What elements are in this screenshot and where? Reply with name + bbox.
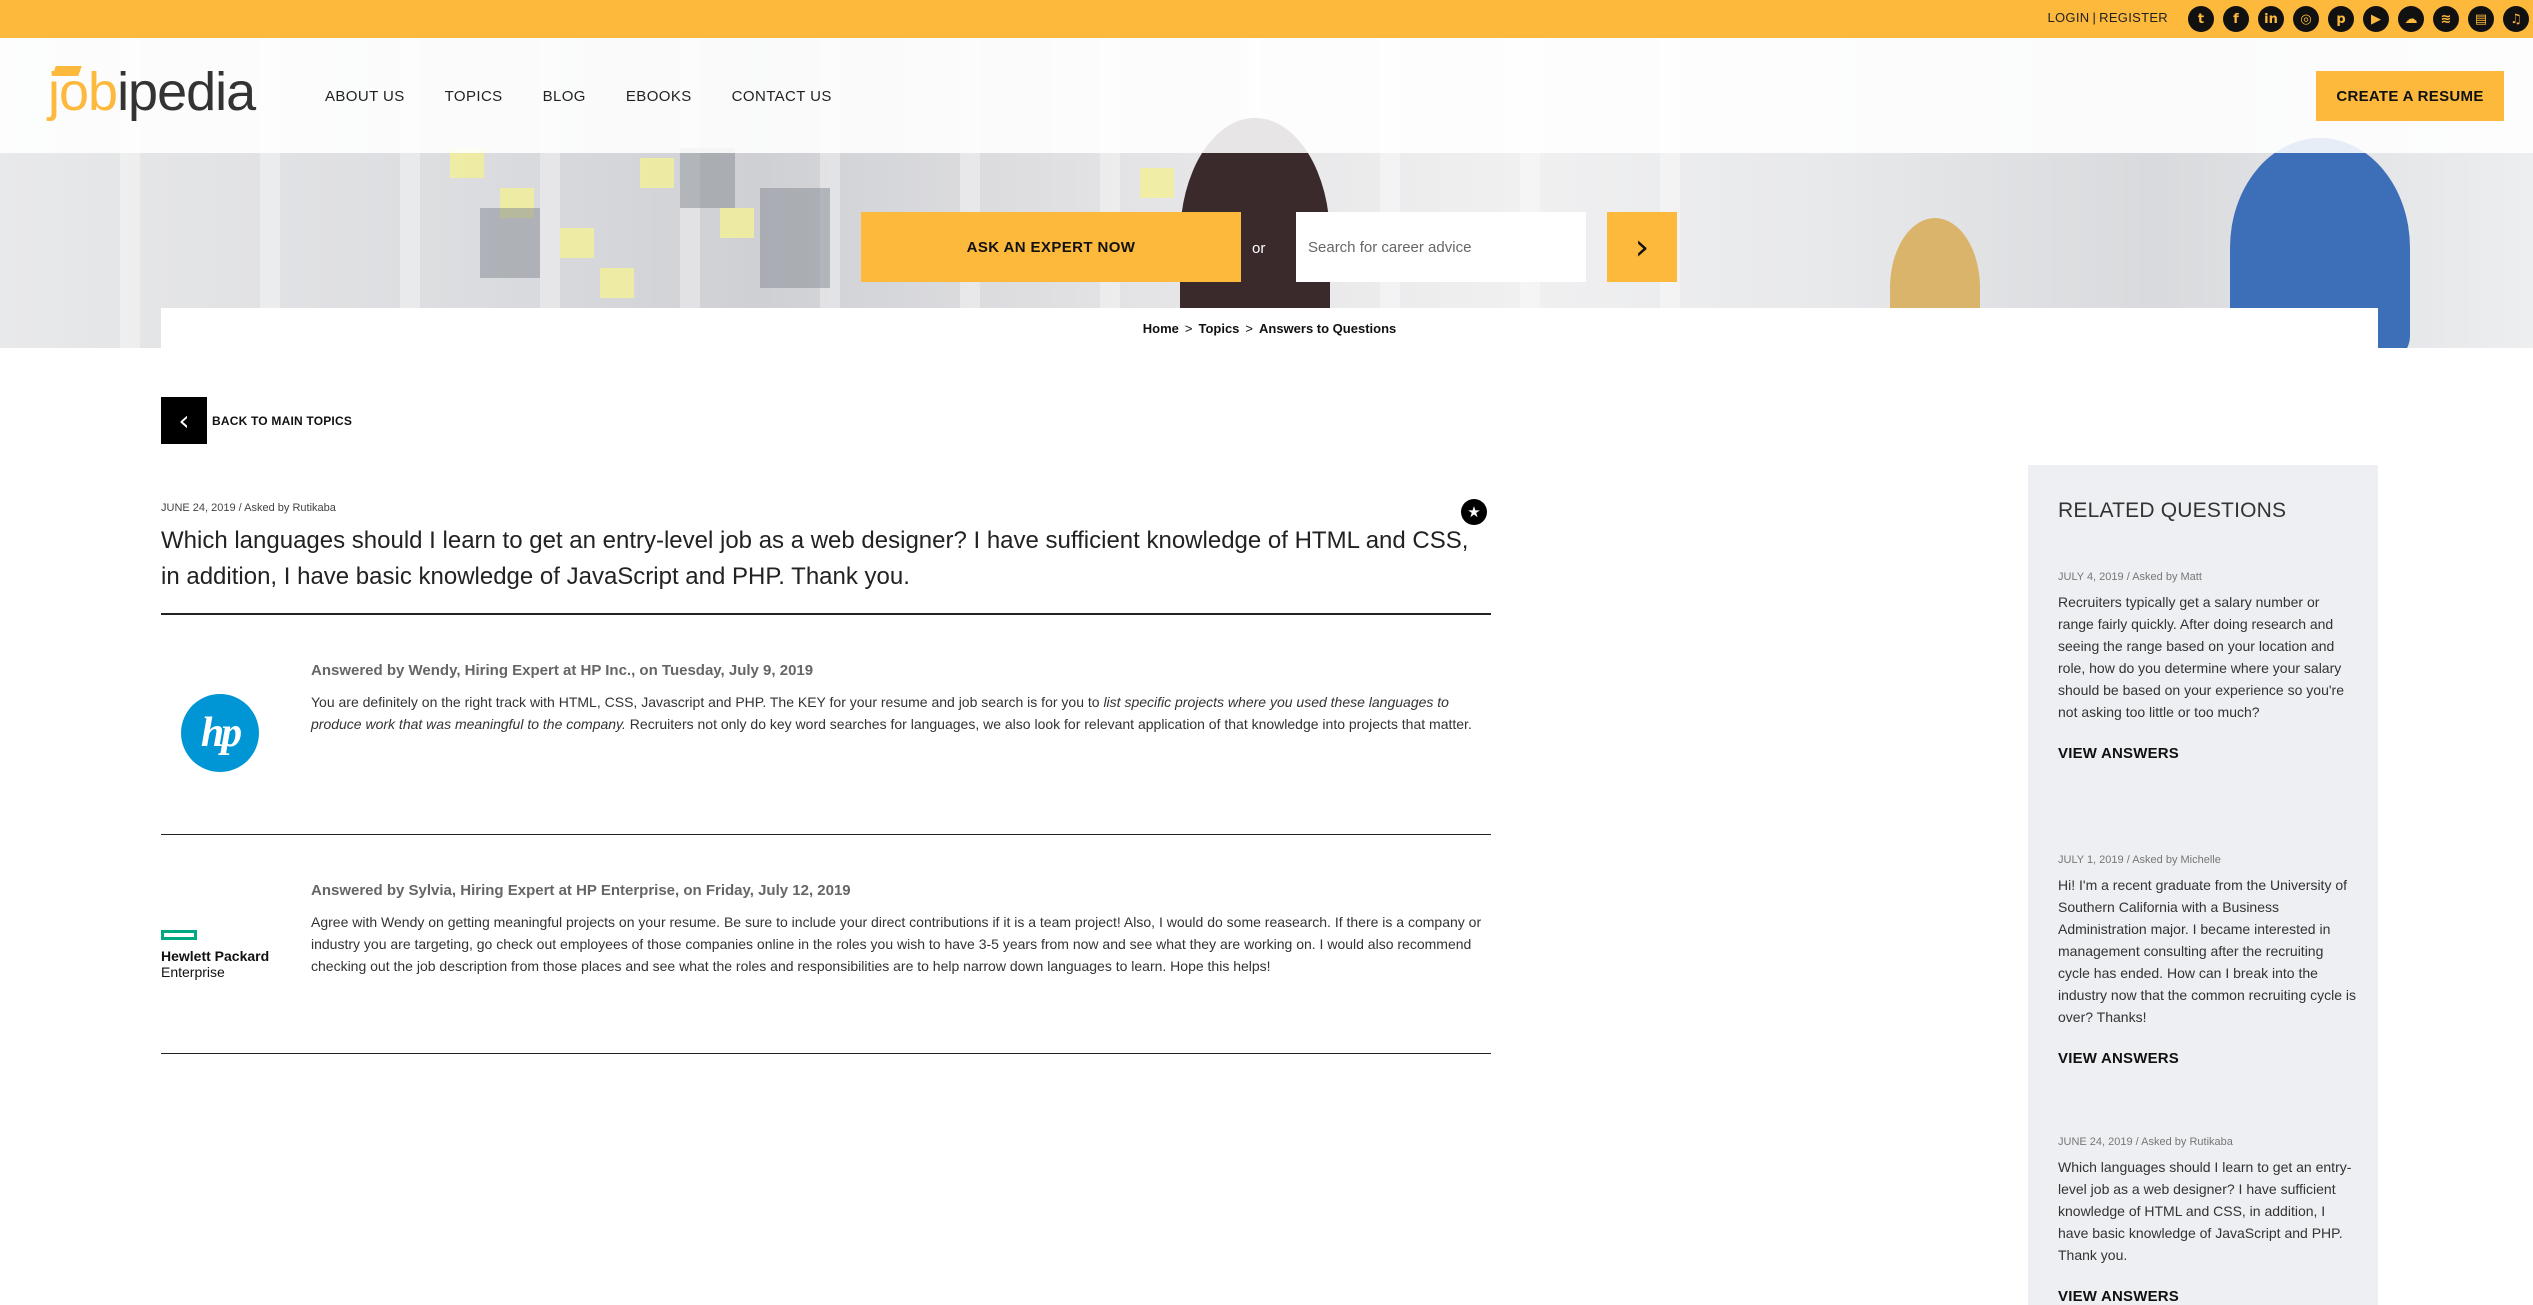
wall-photo — [760, 188, 830, 288]
or-label: or — [1252, 240, 1266, 257]
star-icon[interactable]: ★ — [1461, 499, 1487, 525]
breadcrumb-topics[interactable]: Topics — [1198, 321, 1239, 336]
nav-contact-us[interactable]: CONTACT US — [732, 88, 832, 105]
related-question-text: Recruiters typically get a salary number… — [2058, 594, 2344, 720]
logo-ipedia-text: ipedia — [117, 62, 256, 122]
wall-photo — [680, 148, 735, 208]
answer-text: Agree with Wendy on getting meaningful p… — [311, 914, 1482, 974]
question-text: Which languages should I learn to get an… — [161, 527, 1469, 590]
itunes-icon[interactable]: ♫ — [2503, 6, 2529, 32]
hpe-logo-line: Hewlett Packard — [161, 948, 270, 964]
spotify-icon[interactable]: ≋ — [2433, 6, 2459, 32]
nav-about-us[interactable]: ABOUT US — [325, 88, 405, 105]
divider — [161, 1053, 1491, 1054]
breadcrumb: Home > Topics > Answers to Questions — [161, 308, 2378, 348]
answer-body: Answered by Sylvia, Hiring Expert at HP … — [311, 882, 1491, 977]
back-to-topics-link[interactable]: ‹ BACK TO MAIN TOPICS — [161, 397, 352, 444]
instagram-icon[interactable]: ◎ — [2293, 6, 2319, 32]
sidebar-title: RELATED QUESTIONS — [2058, 499, 2287, 522]
sticky-note — [1140, 168, 1174, 198]
breadcrumb-separator: > — [1184, 320, 1193, 336]
chevron-right-icon: › — [1634, 226, 1650, 268]
view-answers-link[interactable]: VIEW ANSWERS — [2058, 1050, 2358, 1067]
back-label[interactable]: BACK TO MAIN TOPICS — [212, 414, 352, 428]
breadcrumb-current: Answers to Questions — [1259, 320, 1397, 336]
related-question-text: Hi! I'm a recent graduate from the Unive… — [2058, 877, 2357, 1025]
hp-logo-icon: hp — [181, 694, 259, 772]
login-link[interactable]: LOGIN — [2047, 10, 2089, 25]
main-nav: ABOUT US TOPICS BLOG EBOOKS CONTACT US — [325, 88, 832, 105]
linkedin-icon[interactable]: in — [2258, 6, 2284, 32]
related-question-meta: JULY 1, 2019 / Asked by Michelle — [2058, 854, 2221, 866]
answer-author: Answered by Wendy, Hiring Expert at HP I… — [311, 662, 814, 679]
sticky-note — [560, 228, 594, 258]
pinterest-icon[interactable]: p — [2328, 6, 2354, 32]
sticky-note — [720, 208, 754, 238]
view-answers-link[interactable]: VIEW ANSWERS — [2058, 745, 2358, 762]
graduation-cap-icon — [52, 66, 82, 76]
related-question: JULY 4, 2019 / Asked by Matt Recruiters … — [2058, 571, 2358, 762]
related-question: JULY 1, 2019 / Asked by Michelle Hi! I'm… — [2058, 854, 2358, 1067]
youtube-icon[interactable]: ▶ — [2363, 6, 2389, 32]
related-question-meta: JULY 4, 2019 / Asked by Matt — [2058, 571, 2202, 583]
ask-expert-button[interactable]: ASK AN EXPERT NOW — [861, 212, 1241, 282]
related-questions-sidebar: RELATED QUESTIONS JULY 4, 2019 / Asked b… — [2028, 465, 2378, 1305]
divider — [161, 834, 1491, 835]
soundcloud-icon[interactable]: ☁ — [2398, 6, 2424, 32]
company-logo-hp: hp — [161, 694, 281, 772]
wall-photo — [480, 208, 540, 278]
view-answers-link[interactable]: VIEW ANSWERS — [2058, 1288, 2358, 1305]
related-question: JUNE 24, 2019 / Asked by Rutikaba Which … — [2058, 1136, 2358, 1305]
related-question-text: Which languages should I learn to get an… — [2058, 1159, 2352, 1263]
divider — [161, 613, 1491, 615]
hpe-logo-line: Enterprise — [161, 964, 225, 980]
answer-text: You are definitely on the right track wi… — [311, 691, 1491, 735]
breadcrumb-home[interactable]: Home — [1143, 321, 1179, 336]
social-icons: t f in ◎ p ▶ ☁ ≋ ▤ ♫ — [2188, 6, 2529, 32]
search-submit-button[interactable]: › — [1607, 212, 1677, 282]
hpe-logo-text: Hewlett Packard Enterprise — [161, 948, 281, 980]
top-bar: LOGIN | REGISTER t f in ◎ p ▶ ☁ ≋ ▤ ♫ — [0, 0, 2533, 38]
answer-text-part: You are definitely on the right track wi… — [311, 694, 1104, 710]
answer-author: Answered by Sylvia, Hiring Expert at HP … — [311, 882, 851, 899]
company-logo-hpe: Hewlett Packard Enterprise — [161, 930, 281, 980]
auth-links: LOGIN | REGISTER — [2047, 10, 2168, 25]
answer-body: Answered by Wendy, Hiring Expert at HP I… — [311, 662, 1491, 735]
facebook-icon[interactable]: f — [2223, 6, 2249, 32]
twitter-icon[interactable]: t — [2188, 6, 2214, 32]
sticky-note — [640, 158, 674, 188]
sticky-note — [600, 268, 634, 298]
related-question-meta: JUNE 24, 2019 / Asked by Rutikaba — [2058, 1136, 2233, 1148]
nav-topics[interactable]: TOPICS — [445, 88, 503, 105]
hpe-logo-icon — [161, 930, 197, 940]
search-input[interactable] — [1296, 212, 1586, 282]
chevron-left-icon[interactable]: ‹ — [161, 397, 207, 444]
register-link[interactable]: REGISTER — [2099, 10, 2168, 25]
auth-separator: | — [2092, 10, 2097, 25]
create-resume-button[interactable]: CREATE A RESUME — [2316, 71, 2504, 121]
site-logo[interactable]: jobipedia — [48, 62, 256, 122]
stitcher-icon[interactable]: ▤ — [2468, 6, 2494, 32]
nav-blog[interactable]: BLOG — [543, 88, 586, 105]
question-meta: JUNE 24, 2019 / Asked by Rutikaba — [161, 502, 336, 514]
nav-ebooks[interactable]: EBOOKS — [626, 88, 692, 105]
answer-text-part: Recruiters not only do key word searches… — [625, 716, 1472, 732]
breadcrumb-separator: > — [1245, 320, 1253, 336]
